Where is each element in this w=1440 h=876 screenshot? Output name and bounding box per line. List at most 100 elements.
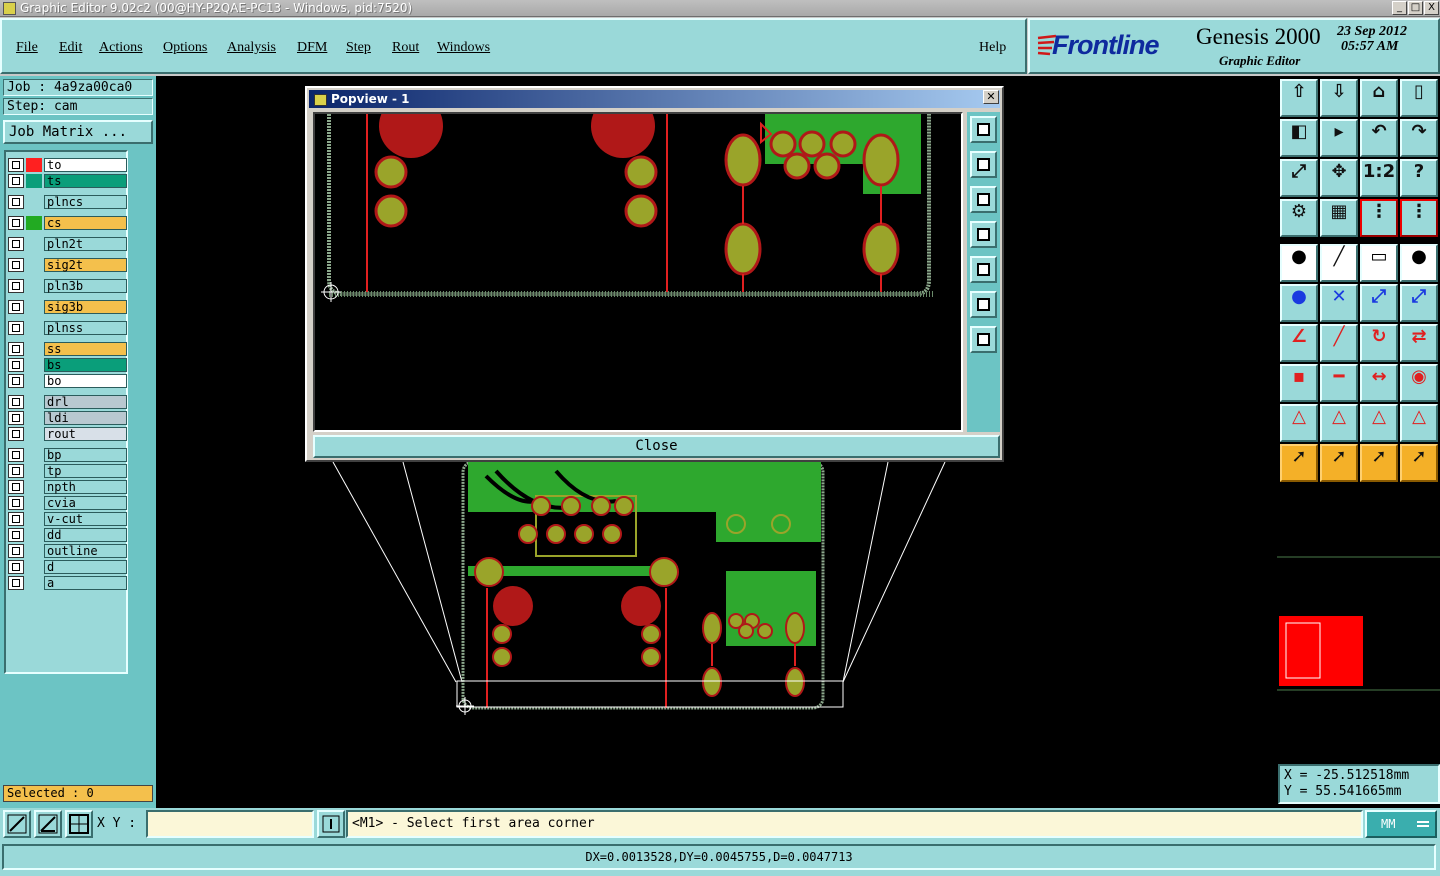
layer-row-sig3b[interactable]: sig3b <box>8 300 128 314</box>
layer-color-swatch[interactable] <box>26 395 42 409</box>
view-redo-button[interactable]: ↷ <box>1400 119 1438 157</box>
select-pointer-button[interactable]: ➚ <box>1360 444 1398 482</box>
layer-name[interactable]: outline <box>44 544 127 558</box>
layer-checkbox[interactable] <box>8 321 24 335</box>
layer-checkbox[interactable] <box>8 237 24 251</box>
layer-name[interactable]: cvia <box>44 496 127 510</box>
view-right-button[interactable]: ▸ <box>1320 119 1358 157</box>
layer-color-swatch[interactable] <box>26 448 42 462</box>
view-undo-button[interactable]: ↶ <box>1360 119 1398 157</box>
layer-checkbox[interactable] <box>8 480 24 494</box>
menu-windows[interactable]: Windows <box>437 40 490 56</box>
popview-pcb-view[interactable] <box>315 114 961 430</box>
layer-color-swatch[interactable] <box>26 560 42 574</box>
zoom-fit-button[interactable]: ⤢ <box>1280 159 1318 197</box>
snap-mode-button[interactable] <box>3 810 31 838</box>
layer-checkbox[interactable] <box>8 544 24 558</box>
layer-row-pln3b[interactable]: pln3b <box>8 279 128 293</box>
popview-zoom-out-button[interactable] <box>970 326 997 353</box>
layer-checkbox[interactable] <box>8 448 24 462</box>
menu-help[interactable]: Help <box>979 40 1006 56</box>
view-home-button[interactable]: ⇧ <box>1280 79 1318 117</box>
layer-name[interactable]: ss <box>44 342 127 356</box>
layer-checkbox[interactable] <box>8 258 24 272</box>
layer-name[interactable]: cs <box>44 216 127 230</box>
layer-row-rout[interactable]: rout <box>8 427 128 441</box>
layer-name[interactable]: ldi <box>44 411 127 425</box>
layer-color-swatch[interactable] <box>26 544 42 558</box>
layer-row-bo[interactable]: bo <box>8 374 128 388</box>
popview-close-button[interactable]: Close <box>313 435 1000 458</box>
layer-row-dd[interactable]: dd <box>8 528 128 542</box>
grid-mode-button[interactable] <box>65 810 93 838</box>
popview-pan-up-button[interactable] <box>970 151 997 178</box>
popview-pan-left-button[interactable] <box>970 221 997 248</box>
layer-row-drl[interactable]: drl <box>8 395 128 409</box>
layer-color-swatch[interactable] <box>26 300 42 314</box>
units-select[interactable]: MM <box>1365 810 1437 838</box>
close-window-button[interactable]: X <box>1424 1 1439 15</box>
menu-edit[interactable]: Edit <box>59 40 82 56</box>
layer-row-tp[interactable]: tp <box>8 464 128 478</box>
draw-line-button[interactable]: ╱ <box>1320 244 1358 282</box>
layer-name[interactable]: pln3b <box>44 279 127 293</box>
popview-titlebar[interactable]: Popview - 1 <box>309 90 1000 108</box>
arc-button[interactable]: ↻ <box>1360 324 1398 362</box>
layer-row-sig2t[interactable]: sig2t <box>8 258 128 272</box>
info-button[interactable] <box>317 810 345 838</box>
delete-button[interactable]: ✕ <box>1320 284 1358 322</box>
help-query-button[interactable]: ? <box>1400 159 1438 197</box>
net-compare-button[interactable]: ⋮ <box>1400 199 1438 237</box>
menu-analysis[interactable]: Analysis <box>227 40 276 56</box>
layer-name[interactable]: plncs <box>44 195 127 209</box>
layer-checkbox[interactable] <box>8 496 24 510</box>
layer-name[interactable]: ts <box>44 174 127 188</box>
measure-button[interactable]: ▭ <box>1360 244 1398 282</box>
mirror-button[interactable]: ⇄ <box>1400 324 1438 362</box>
layer-color-swatch[interactable] <box>26 174 42 188</box>
layer-checkbox[interactable] <box>8 195 24 209</box>
layer-name[interactable]: plnss <box>44 321 127 335</box>
menu-options[interactable]: Options <box>163 40 207 56</box>
view-left-button[interactable]: ◧ <box>1280 119 1318 157</box>
layer-checkbox[interactable] <box>8 279 24 293</box>
layer-color-swatch[interactable] <box>26 279 42 293</box>
connect-button[interactable]: ● <box>1280 284 1318 322</box>
layer-checkbox[interactable] <box>8 174 24 188</box>
layer-checkbox[interactable] <box>8 216 24 230</box>
settings-button[interactable]: ⚙ <box>1280 199 1318 237</box>
angle-button[interactable]: ∠ <box>1280 324 1318 362</box>
layer-row-npth[interactable]: npth <box>8 480 128 494</box>
layer-checkbox[interactable] <box>8 528 24 542</box>
layer-row-cvia[interactable]: cvia <box>8 496 128 510</box>
layer-name[interactable]: bs <box>44 358 127 372</box>
minimize-button[interactable]: _ <box>1392 1 1407 15</box>
overview-map[interactable] <box>1277 484 1440 764</box>
layer-checkbox[interactable] <box>8 158 24 172</box>
layer-checkbox[interactable] <box>8 411 24 425</box>
layer-row-plncs[interactable]: plncs <box>8 195 128 209</box>
layer-name[interactable]: tp <box>44 464 127 478</box>
view-down-button[interactable]: ⇩ <box>1320 79 1358 117</box>
layer-name[interactable]: npth <box>44 480 127 494</box>
layer-color-swatch[interactable] <box>26 342 42 356</box>
select-arrow-button[interactable]: ➚ <box>1280 444 1318 482</box>
tri-a-button[interactable]: △ <box>1280 404 1318 442</box>
popview-canvas[interactable] <box>313 112 963 432</box>
copy-button[interactable]: ⤢ <box>1400 284 1438 322</box>
layer-checkbox[interactable] <box>8 576 24 590</box>
popview-zoom-fit-button[interactable] <box>970 116 997 143</box>
net-highlight-button[interactable]: ⋮ <box>1360 199 1398 237</box>
layer-name[interactable]: to <box>44 158 127 172</box>
zoom-center-button[interactable]: ✥ <box>1320 159 1358 197</box>
menu-dfm[interactable]: DFM <box>297 40 327 56</box>
layer-name[interactable]: d <box>44 560 127 574</box>
layer-color-swatch[interactable] <box>26 237 42 251</box>
layer-checkbox[interactable] <box>8 464 24 478</box>
layer-color-swatch[interactable] <box>26 512 42 526</box>
layer-row-plnss[interactable]: plnss <box>8 321 128 335</box>
layer-checkbox[interactable] <box>8 512 24 526</box>
layer-color-swatch[interactable] <box>26 411 42 425</box>
menu-file[interactable]: File <box>16 40 38 56</box>
view-split-button[interactable]: ▯ <box>1400 79 1438 117</box>
